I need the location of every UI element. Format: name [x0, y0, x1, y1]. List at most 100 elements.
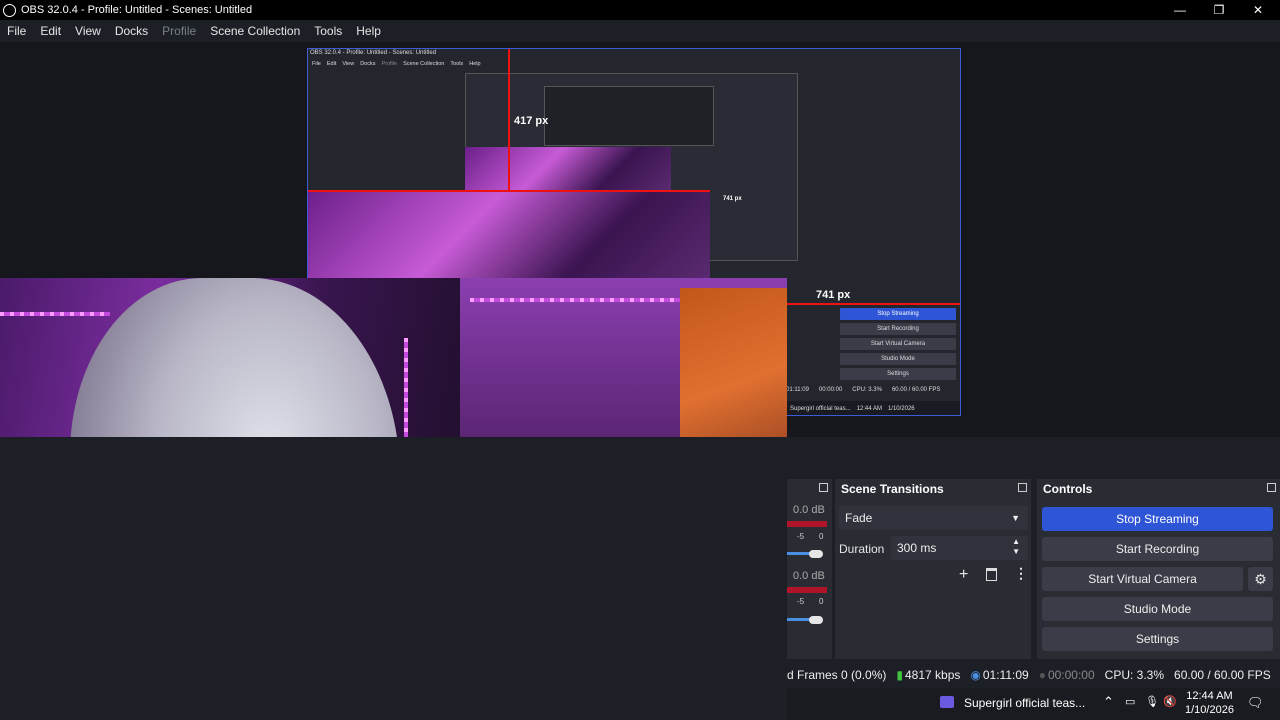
width-guide-label: 741 px [816, 289, 851, 301]
more-options-icon[interactable]: ⋮ [1014, 565, 1028, 582]
stream-icon: ◉ [970, 668, 981, 682]
led-strip-left [0, 312, 110, 316]
height-guide-line [508, 49, 510, 191]
speaker-muted-icon[interactable]: 🔇 [1163, 695, 1177, 708]
microphone-icon[interactable]: 🎙 [1145, 695, 1159, 708]
width-guide-line [308, 190, 710, 192]
nested-menu-profile: Profile [381, 61, 398, 67]
mixer-db-1: 0.0 dB [793, 504, 825, 516]
nested-menu-file: File [312, 61, 321, 67]
nested-start-recording: Start Recording [840, 323, 956, 335]
signal-icon: ▮ [896, 668, 903, 682]
chevron-down-icon: ▼ [1011, 513, 1020, 523]
clock-time: 12:44 AM [1186, 690, 1233, 702]
start-recording-button[interactable]: Start Recording [1042, 537, 1273, 561]
nested-preview-level3 [544, 86, 714, 146]
menu-profile[interactable]: Profile [155, 24, 203, 38]
record-time: 00:00:00 [1047, 668, 1095, 682]
window-title: OBS 32.0.4 - Profile: Untitled - Scenes:… [21, 4, 253, 16]
start-virtual-camera-button[interactable]: Start Virtual Camera [1042, 567, 1243, 591]
transition-select[interactable]: Fade ▼ [839, 506, 1028, 530]
gear-icon[interactable]: ⚙ [1248, 567, 1273, 591]
menu-docks[interactable]: Docks [108, 24, 155, 38]
status-bar: d Frames 0 (0.0%) ▮ 4817 kbps ◉ 01:11:09… [787, 664, 1280, 686]
scene-transitions-header: Scene Transitions [835, 479, 1031, 499]
duration-label: Duration [839, 542, 885, 556]
chevron-up-icon[interactable]: ⌃ [1103, 694, 1114, 710]
fps: 60.00 / 60.00 FPS [1174, 668, 1271, 682]
controls-header: Controls [1037, 479, 1280, 499]
mixer-tick-a-1: -5 [797, 532, 805, 541]
stop-streaming-button[interactable]: Stop Streaming [1042, 507, 1273, 531]
menu-scene-collection[interactable]: Scene Collection [203, 24, 307, 38]
nested-studio-mode: Studio Mode [840, 353, 956, 365]
maximize-button[interactable]: ❐ [1199, 0, 1239, 20]
nested-fps: 60.00 / 60.00 FPS [891, 387, 941, 393]
scene-transitions-popout-icon[interactable] [1018, 483, 1027, 492]
mixer-meter-1 [787, 521, 827, 527]
taskbar: Supergirl official teas... ⌃ ▭ 🎙 🔇 12:44… [787, 688, 1280, 720]
nested-menu-help: Help [469, 61, 481, 67]
nested-menu-scene-collection: Scene Collection [403, 61, 445, 67]
mixer-volume-knob-1[interactable] [809, 550, 823, 558]
menu-help[interactable]: Help [349, 24, 388, 38]
add-transition-icon[interactable]: + [959, 566, 968, 584]
nested-stream-time: 01:11:09 [786, 387, 809, 393]
nested-stop-streaming: Stop Streaming [840, 308, 956, 320]
nested-settings: Settings [840, 368, 956, 380]
settings-button[interactable]: Settings [1042, 627, 1273, 651]
spin-arrows-icon[interactable]: ▲ ▼ [1012, 537, 1020, 557]
controls-popout-icon[interactable] [1267, 483, 1276, 492]
mixer-tick-b-1: 0 [819, 532, 824, 541]
title-bar: OBS 32.0.4 - Profile: Untitled - Scenes:… [0, 0, 1280, 20]
menu-bar: File Edit View Docks Profile Scene Colle… [0, 20, 1280, 42]
transition-select-value: Fade [845, 511, 873, 525]
menu-edit[interactable]: Edit [33, 24, 68, 38]
media-app-icon[interactable] [940, 696, 954, 708]
height-guide-label: 417 px [514, 115, 549, 127]
nested-taskbar: Supergirl official teas... 12:44 AM 1/10… [786, 401, 960, 415]
nested-media-text: Supergirl official teas... [790, 405, 851, 412]
notification-icon[interactable]: 🗨 [1247, 695, 1264, 711]
mixer-tick-b-2: 0 [819, 597, 824, 606]
nested-date: 1/10/2026 [887, 405, 915, 412]
nested-time: 12:44 AM [856, 405, 882, 412]
nested-menu-docks: Docks [360, 61, 376, 67]
mixer-tick-a-2: -5 [797, 597, 805, 606]
menu-file[interactable]: File [0, 24, 33, 38]
media-title[interactable]: Supergirl official teas... [964, 696, 1085, 710]
trash-icon[interactable] [986, 568, 997, 581]
mixer-popout-icon[interactable] [819, 483, 828, 492]
led-strip-right [470, 298, 700, 302]
record-icon: ● [1038, 668, 1046, 682]
duration-input-value: 300 ms [897, 541, 937, 555]
mixer-meter-2 [787, 587, 827, 593]
nested-menu-view: View [342, 61, 355, 67]
nested-cpu: CPU: 3.3% [852, 387, 882, 393]
nested-menu-tools: Tools [450, 61, 464, 67]
studio-mode-button[interactable]: Studio Mode [1042, 597, 1273, 621]
nested-title: OBS 32.0.4 - Profile: Untitled - Scenes:… [310, 50, 437, 56]
stream-time: 01:11:09 [982, 668, 1029, 682]
cpu-usage: CPU: 3.3% [1104, 668, 1165, 682]
duration-input[interactable]: 300 ms ▲ ▼ [891, 536, 1028, 560]
close-button[interactable]: ✕ [1238, 0, 1278, 20]
controls-title: Controls [1043, 482, 1093, 496]
nested-webcam-small [465, 147, 671, 191]
menu-view[interactable]: View [68, 24, 108, 38]
nested-start-virtual-camera: Start Virtual Camera [840, 338, 956, 350]
nested-status-bar: 01:11:09 00:00:00 CPU: 3.3% 60.00 / 60.0… [786, 387, 940, 393]
nested-rec-time: 00:00:00 [818, 387, 843, 393]
clock-date: 1/10/2026 [1185, 704, 1234, 716]
nested-menu: File Edit View Docks Profile Scene Colle… [312, 61, 481, 67]
minimize-button[interactable]: — [1160, 0, 1200, 20]
network-icon[interactable]: ▭ [1125, 695, 1135, 708]
obs-logo-icon [3, 3, 16, 17]
dropped-frames: d Frames 0 (0.0%) [787, 668, 887, 682]
nested-webcam [308, 191, 710, 281]
menu-tools[interactable]: Tools [307, 24, 349, 38]
mixer-volume-knob-2[interactable] [809, 616, 823, 624]
nested-menu-edit: Edit [326, 61, 337, 67]
clock[interactable]: 12:44 AM 1/10/2026 [1185, 689, 1234, 717]
nested-width-label-small: 741 px [723, 196, 742, 202]
